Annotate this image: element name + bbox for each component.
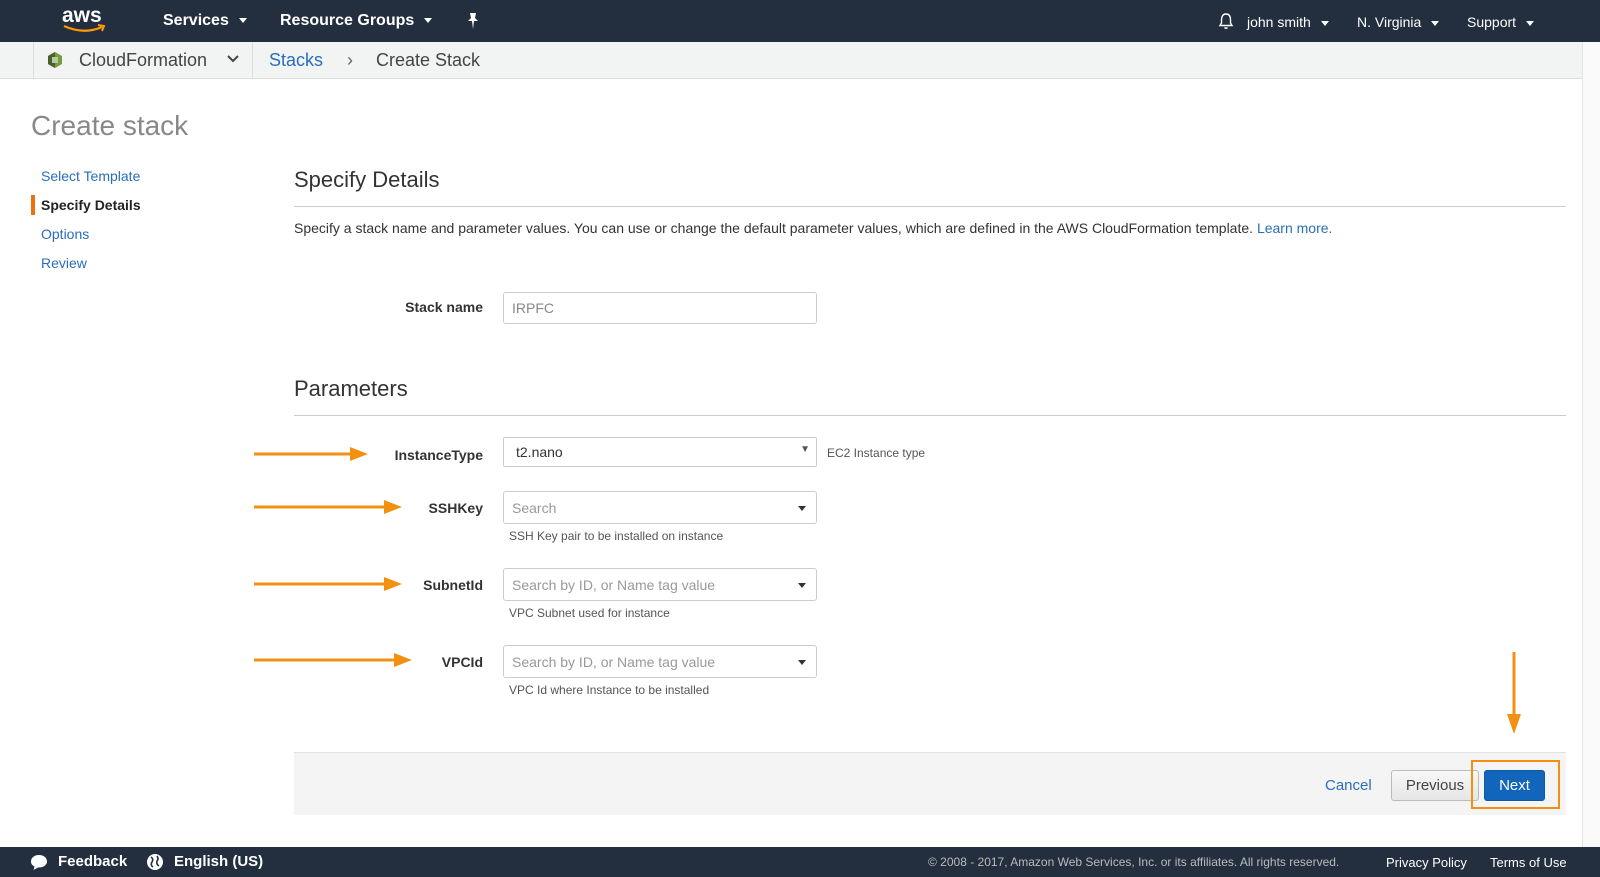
chevron-down-icon: [424, 18, 433, 24]
ssh-key-label: SSHKey: [428, 500, 483, 516]
instance-type-select[interactable]: t2.nano ▼: [503, 437, 817, 467]
support-label: Support: [1467, 14, 1517, 30]
chevron-down-icon: [227, 55, 239, 63]
next-button-highlight: [1471, 760, 1560, 809]
bell-icon[interactable]: [1217, 12, 1235, 30]
details-description-text: Specify a stack name and parameter value…: [294, 220, 1254, 236]
vpc-id-combobox[interactable]: Search by ID, or Name tag value: [503, 645, 817, 678]
step-options[interactable]: Options: [31, 224, 141, 253]
feedback-icon: [31, 855, 47, 870]
service-switcher[interactable]: CloudFormation: [33, 42, 253, 79]
chevron-down-icon: [238, 18, 247, 24]
dropdown-arrow-icon: ▼: [800, 444, 810, 455]
ssh-key-help: SSH Key pair to be installed on instance: [509, 529, 724, 543]
chevron-down-icon: [1526, 20, 1535, 26]
pin-icon[interactable]: [465, 12, 481, 30]
vpc-id-placeholder: Search by ID, or Name tag value: [512, 654, 716, 670]
learn-more-link[interactable]: Learn more.: [1257, 220, 1332, 236]
cancel-link[interactable]: Cancel: [1325, 777, 1372, 794]
copyright-text: © 2008 - 2017, Amazon Web Services, Inc.…: [928, 855, 1340, 869]
service-name: CloudFormation: [79, 50, 208, 70]
specify-details-heading: Specify Details: [294, 167, 440, 192]
section-divider: [294, 415, 1566, 416]
subnet-id-placeholder: Search by ID, or Name tag value: [512, 577, 716, 593]
ssh-key-combobox[interactable]: Search: [503, 491, 817, 524]
ssh-key-placeholder: Search: [512, 500, 557, 516]
instance-type-help: EC2 Instance type: [827, 446, 926, 460]
subnet-id-label: SubnetId: [423, 577, 483, 593]
top-navigation-bar: aws Services Resource Groups john smith …: [0, 0, 1600, 42]
user-menu[interactable]: john smith: [1247, 14, 1329, 30]
parameters-heading: Parameters: [294, 376, 408, 401]
page-scrollbar[interactable]: [1582, 42, 1600, 847]
chevron-down-icon: [1320, 20, 1329, 26]
breadcrumb-stacks-link[interactable]: Stacks: [269, 50, 323, 71]
caret-down-icon: [798, 583, 806, 588]
step-review[interactable]: Review: [31, 253, 141, 282]
privacy-policy-link[interactable]: Privacy Policy: [1386, 855, 1467, 870]
cloudformation-icon: [48, 52, 62, 68]
support-menu[interactable]: Support: [1467, 14, 1535, 30]
feedback-link[interactable]: Feedback: [58, 853, 127, 870]
language-selector[interactable]: English (US): [174, 853, 263, 870]
aws-smile-icon: [63, 24, 106, 32]
services-menu[interactable]: Services: [163, 12, 247, 30]
aws-logo-text: aws: [62, 4, 102, 27]
wizard-actions-bar: Cancel Previous Next: [294, 752, 1566, 815]
resource-groups-menu[interactable]: Resource Groups: [280, 12, 433, 30]
page-title: Create stack: [31, 110, 189, 141]
vpc-id-label: VPCId: [441, 654, 483, 670]
details-description: Specify a stack name and parameter value…: [294, 220, 1332, 236]
region-label: N. Virginia: [1357, 14, 1422, 30]
resource-groups-label: Resource Groups: [280, 12, 415, 29]
subnet-id-combobox[interactable]: Search by ID, or Name tag value: [503, 568, 817, 601]
terms-of-use-link[interactable]: Terms of Use: [1490, 855, 1567, 870]
globe-icon: [147, 854, 163, 870]
caret-down-icon: [798, 506, 806, 511]
section-divider: [294, 206, 1566, 207]
instance-type-label: InstanceType: [394, 447, 483, 463]
step-select-template[interactable]: Select Template: [31, 166, 141, 195]
step-specify-details[interactable]: Specify Details: [31, 195, 141, 224]
previous-button[interactable]: Previous: [1391, 770, 1479, 801]
user-name: john smith: [1247, 14, 1311, 30]
caret-down-icon: [798, 660, 806, 665]
region-menu[interactable]: N. Virginia: [1357, 14, 1440, 30]
subnet-id-help: VPC Subnet used for instance: [509, 606, 670, 620]
services-label: Services: [163, 12, 229, 29]
instance-type-value: t2.nano: [516, 444, 563, 460]
stack-name-input[interactable]: IRPFC: [503, 292, 817, 324]
chevron-down-icon: [1431, 20, 1440, 26]
breadcrumb-bar: CloudFormation Stacks › Create Stack: [0, 42, 1600, 79]
stack-name-label: Stack name: [405, 299, 483, 315]
annotation-arrow-down-icon: [1507, 652, 1521, 734]
breadcrumb-current: Create Stack: [376, 50, 481, 70]
page-footer: Feedback English (US) © 2008 - 2017, Ama…: [0, 847, 1600, 877]
wizard-steps-nav: Select Template Specify Details Options …: [31, 166, 141, 282]
breadcrumb-separator: ›: [347, 50, 353, 70]
aws-logo[interactable]: aws: [62, 4, 108, 36]
vpc-id-help: VPC Id where Instance to be installed: [509, 683, 710, 697]
